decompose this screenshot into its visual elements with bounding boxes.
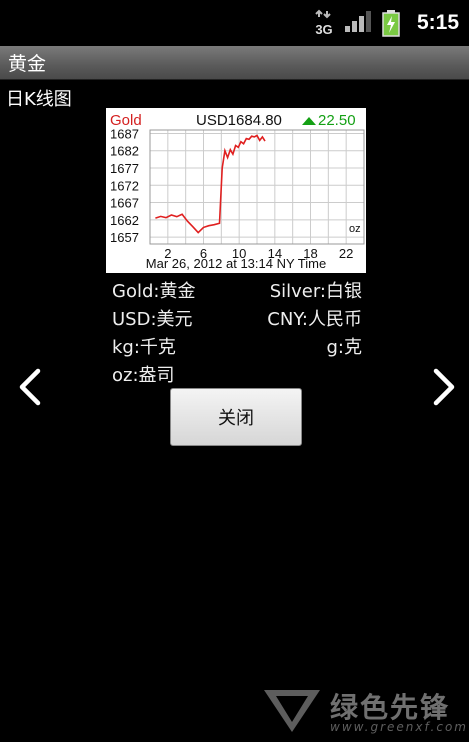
y-tick-label: 1672	[110, 178, 139, 193]
up-arrow-icon	[302, 117, 316, 125]
page-title: 黄金	[8, 53, 47, 75]
watermark-logo-icon	[264, 690, 320, 732]
battery-charging-icon	[381, 8, 401, 38]
status-bar: 3G 5:15	[0, 0, 469, 46]
y-tick-label: 1657	[110, 230, 139, 245]
y-tick-label: 1667	[110, 196, 139, 211]
clock: 5:15	[416, 11, 459, 34]
unit-label: oz	[349, 223, 361, 235]
chart-grid	[149, 129, 365, 245]
previous-arrow-icon[interactable]	[14, 368, 44, 406]
y-tick-label: 1662	[110, 213, 139, 228]
chart-change: 22.50	[318, 112, 356, 129]
network-3g-icon: 3G	[313, 8, 335, 38]
glossary-row: Gold:黄金 Silver:白银	[112, 278, 362, 306]
next-arrow-icon[interactable]	[430, 368, 460, 406]
svg-text:3G: 3G	[315, 22, 332, 37]
glossary-right: Silver:白银	[269, 281, 362, 302]
chart-price: USD1684.80	[196, 112, 282, 129]
signal-strength-icon	[344, 8, 371, 38]
gold-price-line	[155, 134, 266, 234]
watermark: 绿色先锋 www.greenxf.com	[262, 686, 466, 736]
unit-glossary: Gold:黄金 Silver:白银 USD:美元 CNY:人民币 kg:千克 g…	[112, 278, 362, 390]
title-bar: 黄金	[0, 46, 469, 80]
y-tick-label: 1682	[110, 144, 139, 159]
glossary-row: kg:千克 g:克	[112, 334, 362, 362]
glossary-left: Gold:黄金	[112, 281, 196, 302]
watermark-url: www.greenxf.com	[330, 720, 468, 734]
glossary-right: g:克	[326, 337, 363, 358]
chart-footer: Mar 26, 2012 at 13:14 NY Time	[146, 256, 326, 271]
glossary-row: USD:美元 CNY:人民币	[112, 306, 362, 334]
glossary-right: CNY:人民币	[267, 309, 362, 330]
glossary-left: kg:千克	[112, 337, 176, 358]
glossary-left: oz:盎司	[112, 365, 175, 386]
y-tick-label: 1687	[110, 126, 139, 141]
gold-price-chart: Gold USD1684.80 22.50 1687 1682 1677 1672 16…	[106, 108, 366, 273]
glossary-left: USD:美元	[112, 309, 193, 330]
close-button[interactable]: 关闭	[170, 388, 302, 446]
y-tick-label: 1677	[110, 161, 139, 176]
chart-subtitle: 日K线图	[6, 89, 72, 110]
x-tick-label: 22	[339, 246, 353, 261]
glossary-row: oz:盎司	[112, 362, 362, 390]
